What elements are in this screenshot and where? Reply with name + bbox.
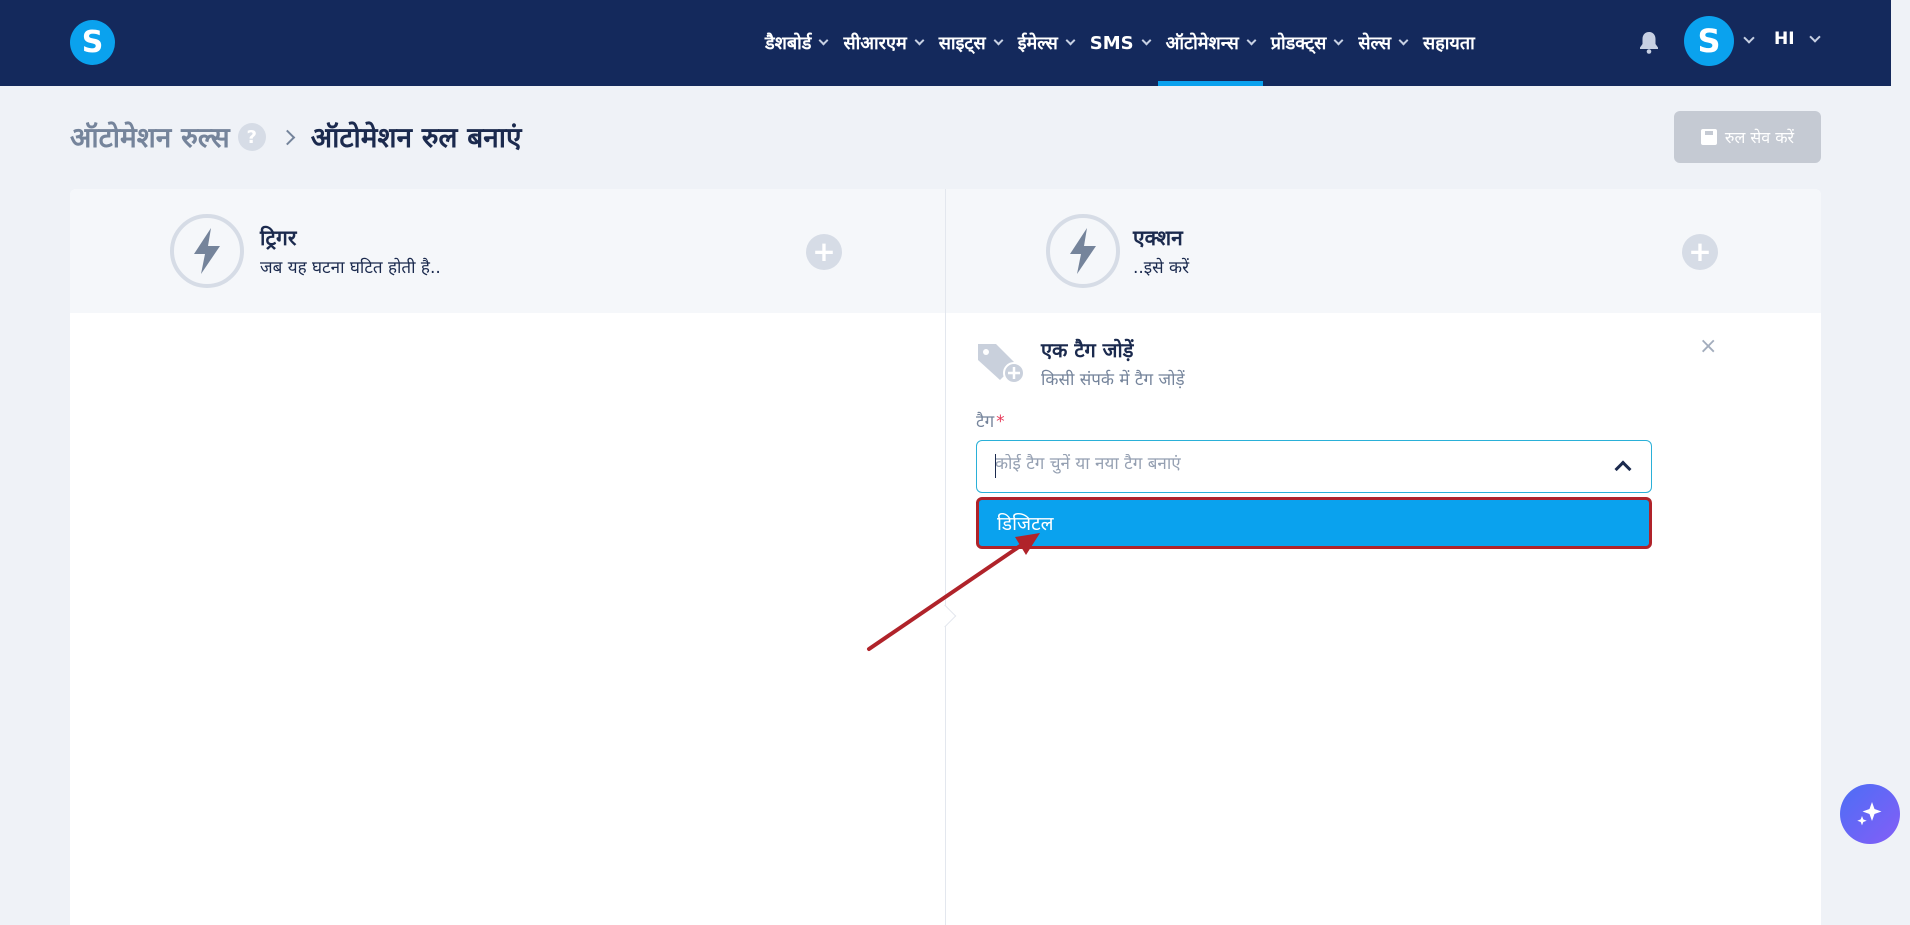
nav-sales[interactable]: सेल्स (1350, 0, 1415, 86)
nav-label: SMS (1089, 32, 1134, 54)
close-icon[interactable]: × (1699, 334, 1717, 359)
chevron-down-icon (1246, 35, 1257, 46)
trigger-subtitle: जब यह घटना घटित होती है.. (260, 258, 441, 278)
bell-icon[interactable] (1638, 30, 1660, 54)
help-icon[interactable]: ? (237, 123, 266, 151)
trigger-header: ट्रिगर जब यह घटना घटित होती है.. + (70, 189, 945, 313)
nav-label: सीआरएम (843, 33, 907, 54)
ai-assistant-button[interactable] (1840, 784, 1900, 844)
nav-label: सेल्स (1358, 33, 1392, 54)
nav-crm[interactable]: सीआरएम (835, 0, 930, 86)
nav-label: ईमेल्स (1017, 33, 1058, 54)
top-navbar: S डैशबोर्ड सीआरएम साइट्स ईमेल्स SMS ऑटोम… (0, 0, 1891, 86)
chevron-down-icon[interactable] (1743, 32, 1755, 44)
action-header: एक्शन ..इसे करें + (946, 189, 1821, 313)
chevron-down-icon (1141, 35, 1152, 46)
nav-dashboard[interactable]: डैशबोर्ड (757, 0, 835, 86)
chevron-down-icon (993, 35, 1004, 46)
save-rule-label: रुल सेव करें (1724, 128, 1795, 147)
nav-label: सहायता (1423, 33, 1475, 54)
nav-emails[interactable]: ईमेल्स (1010, 0, 1082, 86)
chevron-down-icon (1065, 35, 1076, 46)
action-subtitle: ..इसे करें (1133, 258, 1190, 278)
nav-sms[interactable]: SMS (1082, 0, 1158, 86)
add-tag-subtitle: किसी संपर्क में टैग जोड़ें (1041, 370, 1185, 390)
nav-automations[interactable]: ऑटोमेशन्स (1157, 0, 1263, 86)
language-switcher[interactable]: HI (1774, 29, 1821, 49)
breadcrumb-parent-link[interactable]: ऑटोमेशन रुल्स (70, 118, 230, 156)
save-rule-button[interactable]: रुल सेव करें (1674, 111, 1821, 163)
app-logo[interactable]: S (70, 20, 115, 65)
page-title: ऑटोमेशन रुल बनाएं (310, 121, 522, 154)
sparkle-icon (1857, 802, 1882, 826)
tag-label-text: टैग (976, 412, 995, 432)
add-trigger-button[interactable]: + (806, 234, 842, 270)
add-tag-title: एक टैग जोड़ें (1041, 338, 1134, 362)
chevron-down-icon (914, 35, 925, 46)
action-title: एक्शन (1133, 226, 1183, 250)
main-nav: डैशबोर्ड सीआरएम साइट्स ईमेल्स SMS ऑटोमेश… (757, 0, 1483, 86)
language-label: HI (1774, 29, 1795, 49)
nav-sites[interactable]: साइट्स (931, 0, 1010, 86)
nav-help[interactable]: सहायता (1415, 0, 1483, 86)
add-action-button[interactable]: + (1682, 234, 1718, 270)
tag-option[interactable]: डिजिटल (976, 497, 1652, 549)
bolt-icon (170, 214, 244, 288)
chevron-down-icon (1808, 30, 1821, 43)
trigger-title: ट्रिगर (260, 226, 297, 250)
chevron-down-icon (1333, 35, 1344, 46)
text-caret (995, 454, 996, 478)
tag-field-label: टैग * (976, 409, 1005, 432)
breadcrumb: ऑटोमेशन रुल्स ? ऑटोमेशन रुल बनाएं (70, 118, 522, 156)
chevron-right-icon (279, 129, 295, 145)
tag-select[interactable] (976, 440, 1652, 493)
save-icon (1700, 129, 1717, 145)
nav-label: साइट्स (938, 33, 986, 54)
required-mark: * (996, 412, 1005, 432)
tag-search-input[interactable] (995, 454, 1595, 474)
nav-products[interactable]: प्रोडक्ट्स (1263, 0, 1351, 86)
annotation-arrow (867, 533, 1040, 651)
tag-plus-icon (978, 344, 1025, 384)
user-avatar[interactable]: S (1684, 16, 1734, 66)
nav-label: डैशबोर्ड (765, 33, 812, 54)
nav-label: ऑटोमेशन्स (1165, 33, 1239, 54)
chevron-down-icon (819, 35, 829, 46)
chevron-down-icon (1398, 35, 1409, 46)
nav-label: प्रोडक्ट्स (1270, 33, 1327, 54)
bolt-icon (1046, 214, 1120, 288)
chevron-up-icon[interactable] (1614, 460, 1632, 478)
